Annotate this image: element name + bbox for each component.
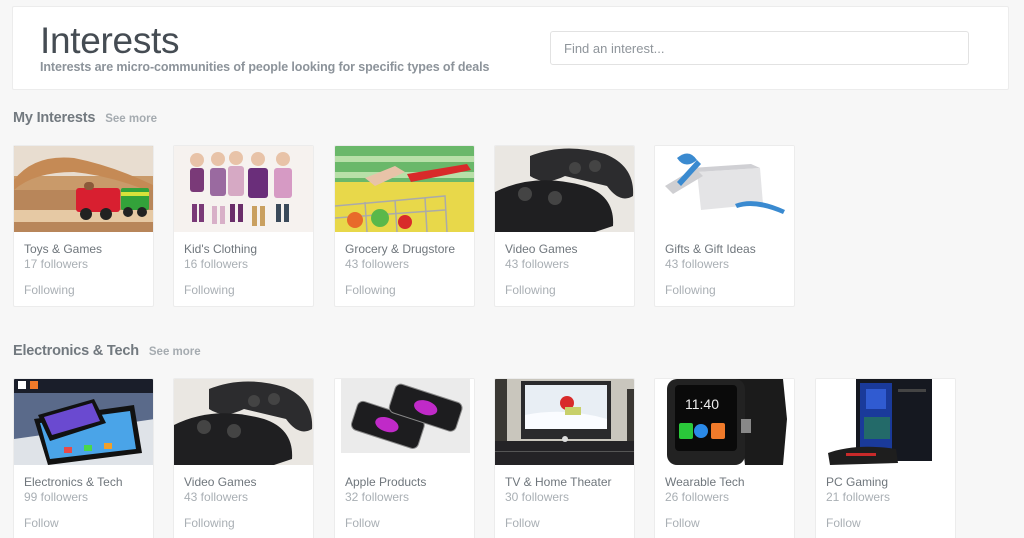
- follow-button[interactable]: Follow: [24, 516, 59, 530]
- follower-count: 32 followers: [345, 490, 410, 504]
- tablet-phone-image: [14, 379, 153, 465]
- gift-box-image: [655, 146, 794, 232]
- interest-name: Gifts & Gift Ideas: [665, 242, 756, 256]
- follower-count: 43 followers: [184, 490, 249, 504]
- interest-name: TV & Home Theater: [505, 475, 612, 489]
- following-button[interactable]: Following: [665, 283, 716, 297]
- tv-image: [495, 379, 634, 465]
- svg-text:11:40: 11:40: [685, 396, 719, 412]
- follow-button[interactable]: Follow: [826, 516, 861, 530]
- interest-name: Grocery & Drugstore: [345, 242, 456, 256]
- gaming-pc-image: [816, 379, 955, 465]
- interest-card[interactable]: TV & Home Theater 30 followers Follow: [494, 378, 635, 538]
- follow-button[interactable]: Follow: [345, 516, 380, 530]
- interest-card[interactable]: Toys & Games 17 followers Following: [13, 145, 154, 307]
- page-header: Interests Interests are micro-communitie…: [12, 6, 1009, 90]
- interest-card[interactable]: Gifts & Gift Ideas 43 followers Followin…: [654, 145, 795, 307]
- following-button[interactable]: Following: [24, 283, 75, 297]
- follower-count: 17 followers: [24, 257, 89, 271]
- page-subtitle: Interests are micro-communities of peopl…: [40, 60, 490, 74]
- interest-name: Video Games: [184, 475, 257, 489]
- following-button[interactable]: Following: [505, 283, 556, 297]
- follower-count: 26 followers: [665, 490, 730, 504]
- follower-count: 43 followers: [665, 257, 730, 271]
- interest-name: Electronics & Tech: [24, 475, 123, 489]
- page-title: Interests: [40, 20, 180, 61]
- section-title: Electronics & Tech: [13, 343, 139, 359]
- follower-count: 16 followers: [184, 257, 249, 271]
- kids-clothing-image: [174, 146, 313, 232]
- interest-name: Toys & Games: [24, 242, 103, 256]
- interest-name: Apple Products: [345, 475, 427, 489]
- grocery-cart-image: [335, 146, 474, 232]
- follower-count: 43 followers: [505, 257, 570, 271]
- see-more-link[interactable]: See more: [105, 113, 157, 125]
- follow-button[interactable]: Follow: [505, 516, 540, 530]
- section-header-my-interests: My Interests See more: [13, 110, 157, 126]
- interest-card[interactable]: Kid's Clothing 16 followers Following: [173, 145, 314, 307]
- section-title: My Interests: [13, 110, 96, 126]
- interest-card[interactable]: PC Gaming 21 followers Follow: [815, 378, 956, 538]
- smartwatch-image: 11:40: [655, 379, 794, 465]
- following-button[interactable]: Following: [184, 283, 235, 297]
- game-controller-image: [495, 146, 634, 232]
- interest-name: Kid's Clothing: [184, 242, 257, 256]
- following-button[interactable]: Following: [345, 283, 396, 297]
- interest-card[interactable]: Grocery & Drugstore 43 followers Followi…: [334, 145, 475, 307]
- follower-count: 21 followers: [826, 490, 891, 504]
- follower-count: 99 followers: [24, 490, 89, 504]
- interest-name: PC Gaming: [826, 475, 889, 489]
- see-more-link[interactable]: See more: [149, 346, 201, 358]
- section-header-electronics: Electronics & Tech See more: [13, 343, 201, 359]
- iphones-image: [335, 379, 474, 465]
- game-controller-image: [174, 379, 313, 465]
- toy-train-image: [14, 146, 153, 232]
- interest-name: Wearable Tech: [665, 475, 745, 489]
- interest-card[interactable]: Video Games 43 followers Following: [494, 145, 635, 307]
- interest-card[interactable]: Electronics & Tech 99 followers Follow: [13, 378, 154, 538]
- interest-card[interactable]: 11:40 Wearable Tech 26 followers Follow: [654, 378, 795, 538]
- following-button[interactable]: Following: [184, 516, 235, 530]
- follow-button[interactable]: Follow: [665, 516, 700, 530]
- interest-card[interactable]: Video Games 43 followers Following: [173, 378, 314, 538]
- follower-count: 43 followers: [345, 257, 410, 271]
- interest-card[interactable]: Apple Products 32 followers Follow: [334, 378, 475, 538]
- follower-count: 30 followers: [505, 490, 570, 504]
- search-input[interactable]: [550, 31, 969, 65]
- interest-name: Video Games: [505, 242, 578, 256]
